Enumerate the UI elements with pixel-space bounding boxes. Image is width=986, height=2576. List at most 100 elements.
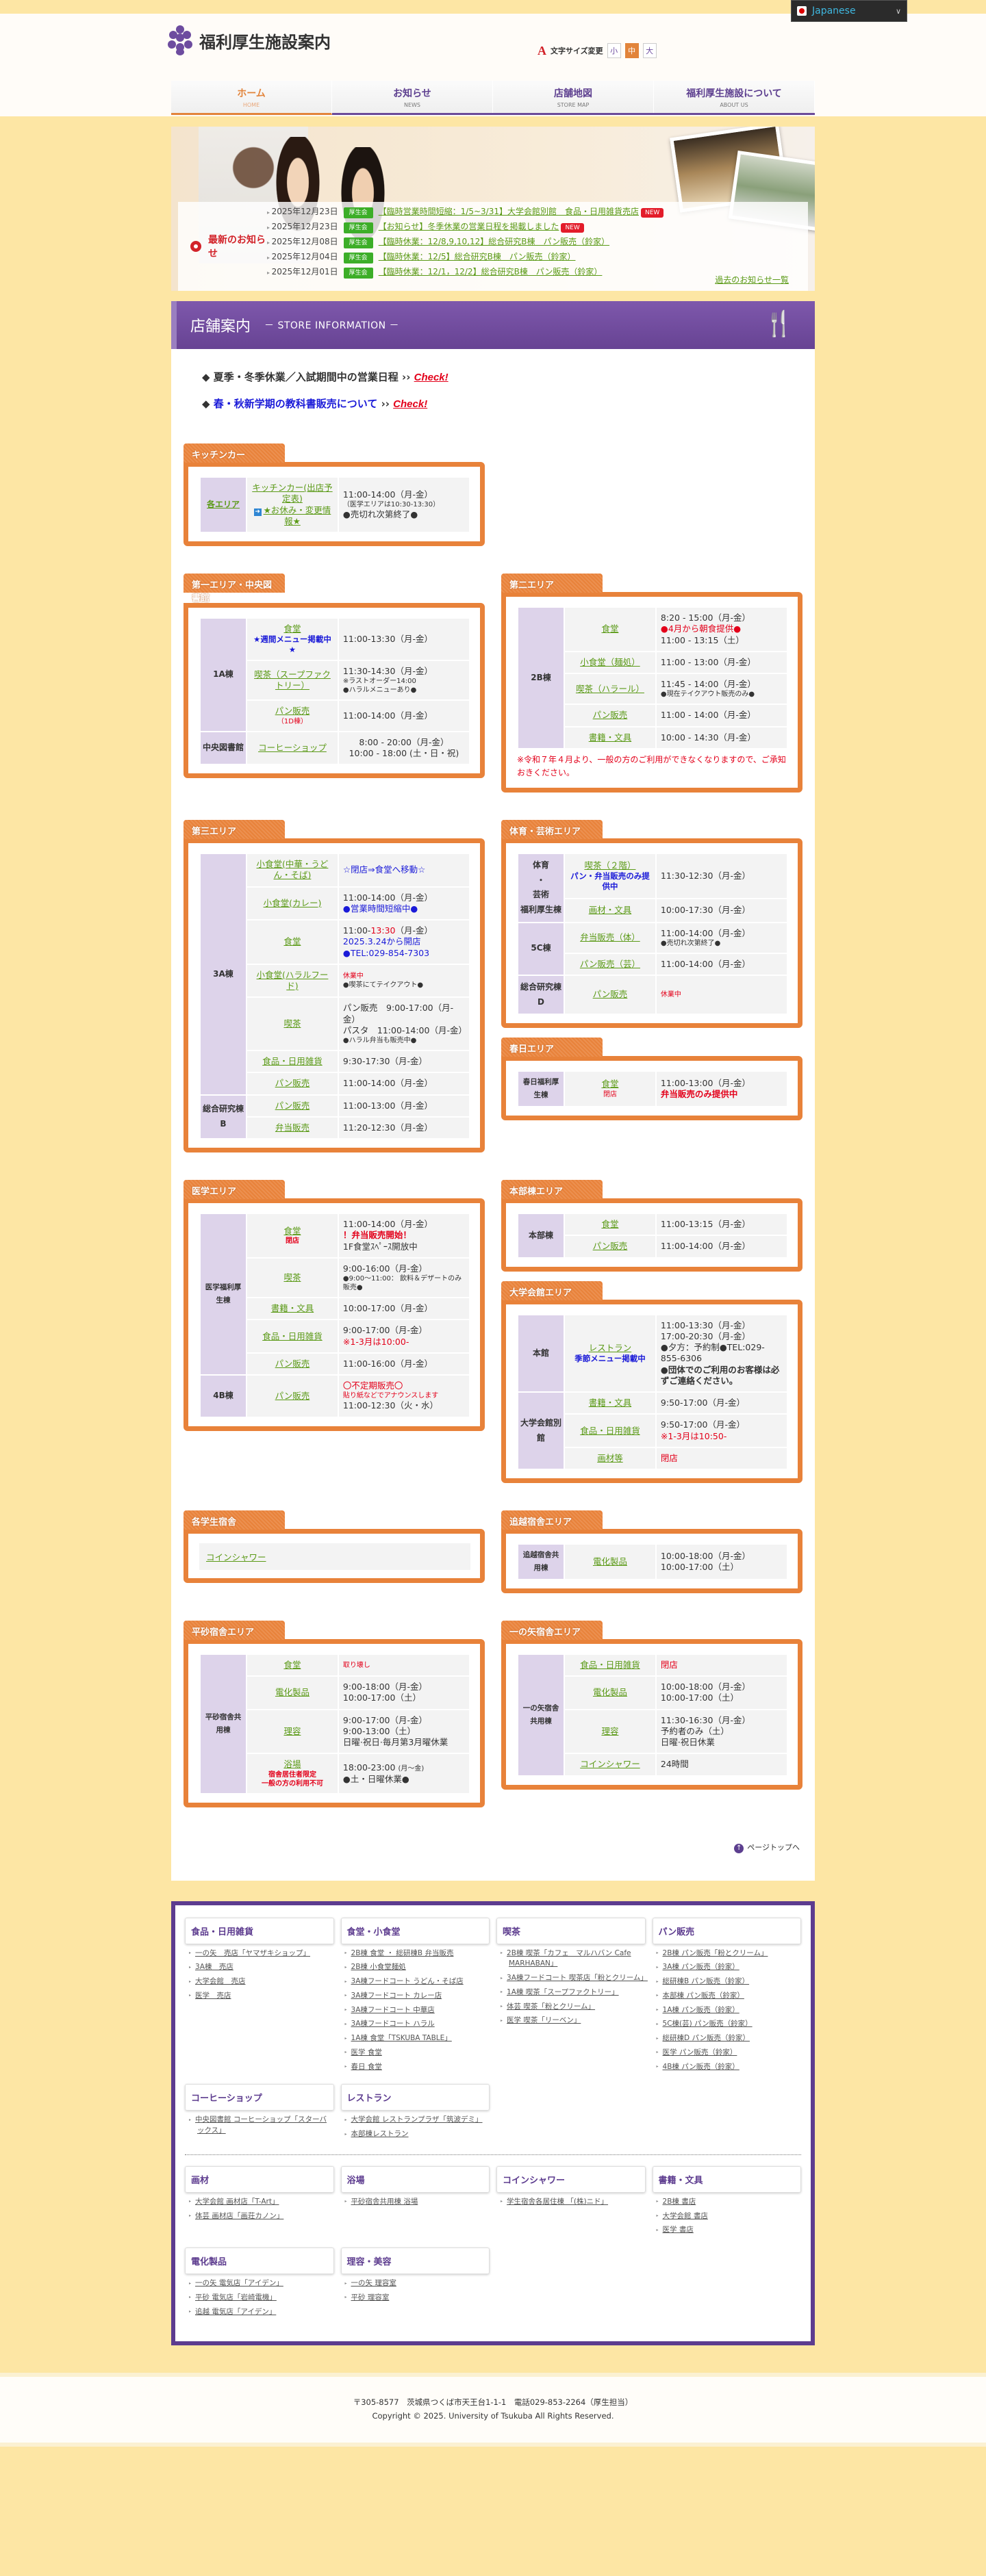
- shop-link-text[interactable]: 喫茶（ハラール）: [576, 684, 644, 694]
- sitemap-link[interactable]: 3A棟 売店: [195, 1963, 233, 1971]
- shop-link-text[interactable]: 画材・文具: [589, 905, 632, 915]
- shop-link-text[interactable]: パン販売: [275, 1391, 310, 1401]
- sitemap-link[interactable]: 1A棟 食堂「TSKUBA TABLE」: [351, 2034, 452, 2042]
- sitemap-link[interactable]: 大学会館 書店: [663, 2212, 708, 2220]
- page-top-link[interactable]: ↑ ページトップへ: [171, 1835, 815, 1853]
- shop-link-text[interactable]: 喫茶（２階）: [584, 860, 635, 871]
- shop-link-text[interactable]: 食堂: [283, 1226, 301, 1236]
- shop-link-text[interactable]: パン販売: [593, 710, 628, 720]
- shop-link-text[interactable]: ★お休み・変更情報★: [264, 505, 331, 526]
- sitemap-link[interactable]: 総研棟B パン販売（鈴家）: [663, 1977, 750, 1985]
- sitemap-link[interactable]: 大学会館 売店: [195, 1977, 246, 1985]
- shop-link-text[interactable]: 食品・日用雑貨: [262, 1331, 323, 1341]
- sitemap-link[interactable]: 3A棟フードコート ハラル: [351, 2020, 435, 2028]
- shop-link-text[interactable]: キッチンカー(出店予定表): [252, 482, 332, 504]
- sitemap-link[interactable]: 学生宿舎各居住棟 「(株)ニド」: [507, 2198, 608, 2206]
- shop-link-text[interactable]: 理容: [283, 1726, 301, 1736]
- font-size-large-button[interactable]: 大: [642, 43, 657, 58]
- sitemap-link[interactable]: 2B棟 小食堂麺処: [351, 1963, 406, 1971]
- nav-store-map[interactable]: 店舗地図 STORE MAP: [493, 81, 654, 113]
- nav-home[interactable]: ホーム HOME: [171, 81, 332, 115]
- sitemap-link[interactable]: 5C棟(芸) パン販売（鈴家）: [663, 2020, 753, 2028]
- shop-link-text[interactable]: コインシャワー: [580, 1759, 640, 1769]
- sitemap-link[interactable]: 大学会館 画材店「T-Art」: [195, 2198, 279, 2206]
- shop-link-text[interactable]: コーヒーショップ: [258, 743, 327, 753]
- sitemap-link[interactable]: 平砂宿舎共用棟 浴場: [351, 2198, 418, 2206]
- shop-link-text[interactable]: 喫茶: [283, 1018, 301, 1029]
- shop-link-text[interactable]: 電化製品: [593, 1556, 627, 1567]
- shop-link-text[interactable]: 食堂: [283, 936, 301, 946]
- shop-link-text[interactable]: 弁当販売: [275, 1122, 309, 1133]
- shop-link-text[interactable]: 画材等: [597, 1453, 623, 1463]
- shop-link-text[interactable]: 食堂: [601, 623, 618, 634]
- building-link[interactable]: 各エリア: [207, 500, 240, 509]
- shop-link-text[interactable]: パン販売: [275, 1078, 310, 1088]
- shop-link-text[interactable]: パン販売: [593, 1241, 628, 1251]
- sitemap-link[interactable]: 平砂 理容室: [351, 2293, 390, 2302]
- nav-news[interactable]: お知らせ NEWS: [332, 81, 493, 113]
- sitemap-link[interactable]: 医学 売店: [195, 1992, 231, 2000]
- news-title-link[interactable]: 【お知らせ】冬季休業の営業日程を掲載しました: [379, 222, 559, 231]
- shop-link-text[interactable]: パン販売: [275, 706, 310, 716]
- shop-link-text[interactable]: 書籍・文具: [589, 732, 632, 743]
- news-title-link[interactable]: 【臨時休業：12/1，12/2】総合研究B棟 パン販売（鈴家）: [379, 267, 603, 276]
- shop-link-text[interactable]: 食品・日用雑貨: [580, 1426, 640, 1436]
- sitemap-link[interactable]: 体芸 画材店「画荘カノン」: [195, 2212, 283, 2220]
- shop-link-text[interactable]: 書籍・文具: [589, 1398, 632, 1408]
- shop-link-text[interactable]: 電化製品: [275, 1687, 309, 1697]
- shop-link-text[interactable]: 小食堂（麺処）: [580, 657, 640, 667]
- shop-link-text[interactable]: パン販売: [593, 989, 628, 999]
- shop-link-text[interactable]: 食堂: [601, 1219, 618, 1229]
- shop-link-text[interactable]: 理容: [601, 1726, 618, 1736]
- sitemap-link[interactable]: 1A棟 喫茶「スープファクトリー」: [507, 1988, 619, 1996]
- sitemap-link[interactable]: 中央図書館 コーヒーショップ「スターバックス」: [195, 2115, 327, 2135]
- sitemap-link[interactable]: 医学 食堂: [351, 2048, 382, 2057]
- sitemap-link[interactable]: 本部棟レストラン: [351, 2130, 409, 2138]
- sitemap-link[interactable]: 3A棟フードコート うどん・そば店: [351, 1977, 464, 1985]
- sitemap-link[interactable]: 2B棟 パン販売「粉とクリーム」: [663, 1949, 768, 1957]
- font-size-small-button[interactable]: 小: [607, 43, 621, 58]
- past-news-link[interactable]: 過去のお知らせ一覧: [715, 274, 789, 285]
- shop-link-text[interactable]: 小食堂(中華・うどん・そば): [257, 859, 329, 880]
- sitemap-link[interactable]: 春日 食堂: [351, 2063, 382, 2071]
- news-title-link[interactable]: 【臨時休業：12/5】総合研究B棟 パン販売（鈴家）: [379, 252, 576, 261]
- sitemap-link[interactable]: 4B棟 パン販売（鈴家）: [663, 2063, 740, 2071]
- news-title-link[interactable]: 【臨時休業：12/8,9,10,12】総合研究B棟 パン販売（鈴家）: [379, 237, 609, 246]
- shop-link-text[interactable]: 小食堂(カレー): [264, 898, 322, 908]
- shop-link-text[interactable]: 書籍・文具: [271, 1303, 314, 1313]
- sitemap-link[interactable]: 3A棟 パン販売（鈴家）: [663, 1963, 740, 1971]
- sitemap-link[interactable]: 大学会館 レストランプラザ「筑波デミ」: [351, 2115, 483, 2124]
- font-size-medium-button[interactable]: 中: [624, 43, 639, 58]
- sitemap-link[interactable]: 3A棟フードコート 中華店: [351, 2006, 435, 2014]
- sitemap-link[interactable]: 総研棟D パン販売（鈴家）: [663, 2034, 750, 2042]
- shop-link-text[interactable]: 食堂: [283, 1660, 301, 1670]
- sitemap-link[interactable]: 2B棟 喫茶「カフェ マルハバン Cafe MARHABAN」: [507, 1949, 631, 1968]
- textbook-sale-check-link[interactable]: Check!: [393, 398, 427, 410]
- sitemap-link[interactable]: 一の矢 理容室: [351, 2279, 396, 2287]
- shop-link-text[interactable]: 食堂: [601, 1079, 618, 1089]
- shop-link-text[interactable]: 小食堂(ハラルフード): [257, 970, 329, 991]
- news-title-link[interactable]: 【臨時営業時間短縮：1/5~3/31】大学会館別館 食品・日用雑貨売店: [379, 207, 639, 216]
- shop-link-text[interactable]: 喫茶（スープファクトリー）: [254, 669, 331, 691]
- shop-link-text[interactable]: 弁当販売（体）: [580, 932, 640, 942]
- sitemap-link[interactable]: 2B棟 書店: [663, 2198, 696, 2206]
- sitemap-link[interactable]: 体芸 喫茶「粉とクリーム」: [507, 2002, 595, 2011]
- shop-link[interactable]: コインシャワー: [206, 1552, 266, 1562]
- nav-about-us[interactable]: 福利厚生施設について ABOUT US: [654, 81, 815, 113]
- sitemap-link[interactable]: 医学 パン販売（鈴家）: [663, 2048, 737, 2057]
- sitemap-link[interactable]: 追越 電気店「アイデン」: [195, 2308, 276, 2316]
- sitemap-link[interactable]: 3A棟フードコート 喫茶店「粉とクリーム」: [507, 1974, 648, 1982]
- shop-link-text[interactable]: 浴場: [283, 1759, 301, 1769]
- sitemap-link[interactable]: 1A棟 パン販売（鈴家）: [663, 2006, 740, 2014]
- shop-link-text[interactable]: 食堂: [283, 623, 301, 634]
- holiday-schedule-check-link[interactable]: Check!: [414, 372, 448, 383]
- sitemap-link[interactable]: 3A棟フードコート カレー店: [351, 1992, 442, 2000]
- sitemap-link[interactable]: 2B棟 食堂 ・ 総研棟B 弁当販売: [351, 1949, 454, 1957]
- shop-link-text[interactable]: パン販売: [275, 1358, 310, 1369]
- sitemap-link[interactable]: 本部棟 パン販売（鈴家）: [663, 1992, 744, 2000]
- sitemap-link[interactable]: 一の矢 電気店「アイデン」: [195, 2279, 283, 2287]
- shop-link-text[interactable]: パン販売: [275, 1100, 310, 1111]
- shop-link-text[interactable]: 食品・日用雑貨: [262, 1056, 323, 1066]
- shop-link-text[interactable]: 食品・日用雑貨: [580, 1660, 640, 1670]
- site-logo[interactable]: 福利厚生施設案内: [168, 25, 331, 55]
